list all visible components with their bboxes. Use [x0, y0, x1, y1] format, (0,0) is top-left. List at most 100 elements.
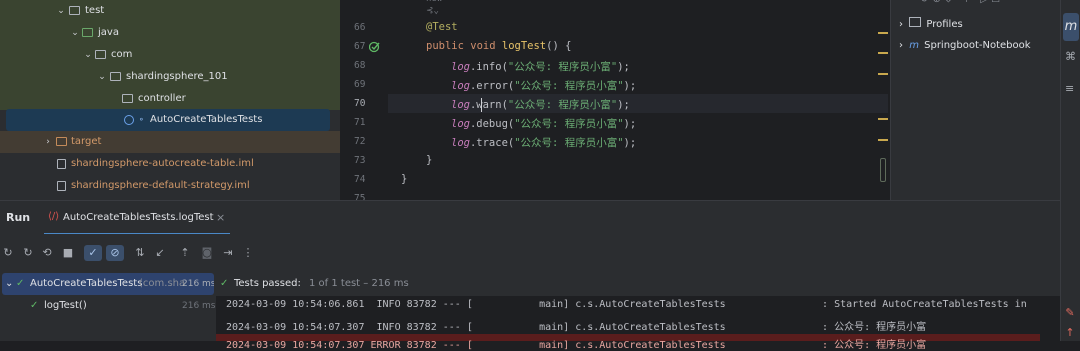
tree-item-default-strategy-iml[interactable]: shardingsphere-default-strategy.iml: [0, 175, 340, 197]
rerun-icon[interactable]: ↻: [2, 247, 14, 259]
line-number: 66: [354, 22, 366, 33]
code-line: log.info("公众号: 程序员小富");: [451, 61, 630, 73]
run-tab[interactable]: ⟨/⟩ AutoCreateTablesTests.logTest ×: [44, 207, 230, 235]
folder-icon: [56, 137, 67, 146]
rerun-failed-icon[interactable]: ↻: [22, 247, 34, 259]
chevron-down-icon[interactable]: ⌄: [70, 22, 80, 44]
scrollbar-marker: [878, 73, 888, 75]
toggle-auto-test-icon[interactable]: ⟲: [41, 247, 53, 259]
screenshot-icon[interactable]: ◙: [201, 247, 213, 259]
chevron-right-icon[interactable]: ›: [899, 40, 903, 51]
close-icon[interactable]: ×: [216, 211, 225, 224]
code-line: }: [426, 154, 433, 166]
folder-icon: [122, 94, 133, 103]
maven-toolbar: ⟳ ⊕ ⇩ ⊤ ▷ ☐: [921, 0, 1041, 6]
project-tree: ⌄ test ⌄ java ⌄ com ⌄ shardingsphere_101…: [0, 0, 340, 200]
file-icon: [57, 159, 66, 169]
show-passed-icon[interactable]: ✓: [84, 245, 102, 261]
chevron-down-icon[interactable]: ⌄: [83, 44, 93, 66]
tests-passed-label: Tests passed:: [234, 278, 301, 289]
maven-item-label: Profiles: [926, 19, 963, 30]
test-suite-package: (com.sha: [139, 278, 186, 289]
console-line: 2024-03-09 10:54:07.307 INFO 83782 --- […: [226, 322, 927, 333]
tree-item-autocreate-iml[interactable]: shardingsphere-autocreate-table.iml: [0, 153, 340, 175]
line-number: 71: [354, 117, 366, 128]
arrow-up-icon[interactable]: ↑: [1061, 326, 1079, 339]
folder-icon: [909, 17, 922, 27]
run-panel-title: Run: [6, 211, 31, 224]
scrollbar-marker: [878, 52, 888, 54]
tree-item-test[interactable]: ⌄ test: [0, 0, 340, 22]
export-icon[interactable]: ⇥: [222, 247, 234, 259]
sort-by-duration-icon[interactable]: ↙: [154, 247, 166, 259]
test-tree: ⌄ ✓ AutoCreateTablesTests (com.sha 216 m…: [0, 272, 217, 341]
maven-item-profiles[interactable]: › Profiles: [899, 17, 963, 31]
tree-item-shardingsphere-101[interactable]: ⌄ shardingsphere_101: [0, 66, 340, 88]
line-number: 73: [354, 155, 366, 166]
folder-icon: [82, 28, 93, 37]
show-ignored-icon[interactable]: ⊘: [106, 245, 124, 261]
tests-passed-detail: 1 of 1 test – 216 ms: [309, 278, 409, 289]
tree-item-label: com: [111, 49, 133, 60]
tree-item-java[interactable]: ⌄ java: [0, 22, 340, 44]
tree-item-label: shardingsphere-autocreate-table.iml: [71, 158, 254, 169]
line-number: 70: [354, 98, 366, 109]
code-line: log.debug("公众号: 程序员小富");: [451, 118, 637, 130]
line-number: 68: [354, 60, 366, 71]
tree-item-label: test: [85, 5, 105, 16]
class-icon: [124, 115, 134, 125]
folder-icon: [69, 6, 80, 15]
plugin-icon[interactable]: ⌘: [1065, 50, 1079, 63]
console-line-error: 2024-03-09 10:54:07.307 ERROR 83782 --- …: [226, 340, 927, 351]
chevron-right-icon[interactable]: ›: [899, 19, 903, 30]
edit-icon[interactable]: ✎: [1061, 306, 1079, 319]
test-suite-label: AutoCreateTablesTests: [30, 278, 143, 289]
scrollbar-marker: [878, 118, 888, 120]
chevron-right-icon[interactable]: ›: [43, 131, 53, 153]
scrollbar-thumb[interactable]: [880, 158, 886, 182]
test-marker-icon: ⚬: [138, 115, 145, 124]
tree-item-com[interactable]: ⌄ com: [0, 44, 340, 66]
text-cursor: [481, 98, 482, 112]
test-case-row[interactable]: ✓ logTest() 216 ms: [2, 295, 216, 317]
folder-icon: [110, 72, 121, 81]
tree-item-autocreatetablestests[interactable]: ⚬ AutoCreateTablesTests: [6, 109, 330, 131]
test-run-icon: ⟨/⟩: [48, 211, 60, 222]
code-line: }: [401, 173, 408, 185]
tree-item-label: AutoCreateTablesTests: [150, 114, 263, 125]
sort-icon[interactable]: ⇅: [134, 247, 146, 259]
code-line: log.trace("公众号: 程序员小富");: [451, 137, 637, 149]
code-line: public void logTest() {: [426, 40, 572, 52]
line-number: 74: [354, 174, 366, 185]
test-suite-row[interactable]: ⌄ ✓ AutoCreateTablesTests (com.sha 216 m…: [2, 273, 214, 295]
code-line: log.warn("公众号: 程序员小富");: [451, 99, 630, 111]
console-line: 2024-03-09 10:54:06.861 INFO 83782 --- […: [226, 299, 1027, 310]
right-tool-strip: m ⌘ ≡ ✎ ↑: [1060, 0, 1080, 341]
code-line: log.error("公众号: 程序员小富");: [451, 80, 637, 92]
maven-tool-icon[interactable]: m: [1063, 13, 1079, 41]
run-toolbar: ↻ ↻ ⟲ ■ ✓ ⊘ ⇅ ↙ ⇡ ◙ ⇥ ⋮: [0, 234, 1060, 272]
tree-item-target[interactable]: › target: [0, 131, 340, 153]
database-icon[interactable]: ≡: [1065, 82, 1079, 95]
tree-item-label: java: [98, 27, 119, 38]
stop-icon[interactable]: ■: [62, 247, 74, 259]
test-duration: 216 ms: [182, 301, 216, 311]
tree-item-label: controller: [138, 93, 186, 104]
maven-panel: ⟳ ⊕ ⇩ ⊤ ▷ ☐ › Profiles › m Springboot-No…: [890, 0, 1061, 200]
scrollbar-marker: [878, 32, 888, 34]
test-status-bar: ✓ Tests passed: 1 of 1 test – 216 ms: [216, 272, 1060, 296]
inlay-hint-icon: ⊰⌄: [426, 6, 439, 16]
more-icon[interactable]: ⋮: [242, 247, 254, 259]
run-tab-label: AutoCreateTablesTests.logTest: [63, 212, 214, 223]
scrollbar-marker: [878, 139, 888, 141]
maven-item-springboot-notebook[interactable]: › m Springboot-Notebook: [899, 40, 1031, 52]
chevron-down-icon[interactable]: ⌄: [97, 66, 107, 88]
check-icon: ✓: [16, 278, 25, 289]
chevron-down-icon[interactable]: ⌄: [5, 273, 13, 295]
collapse-icon[interactable]: ⇡: [179, 247, 191, 259]
test-case-label: logTest(): [44, 300, 87, 311]
line-number: 69: [354, 79, 366, 90]
tree-item-controller[interactable]: controller: [0, 88, 340, 110]
chevron-down-icon[interactable]: ⌄: [56, 0, 66, 22]
run-test-icon[interactable]: [369, 41, 383, 53]
